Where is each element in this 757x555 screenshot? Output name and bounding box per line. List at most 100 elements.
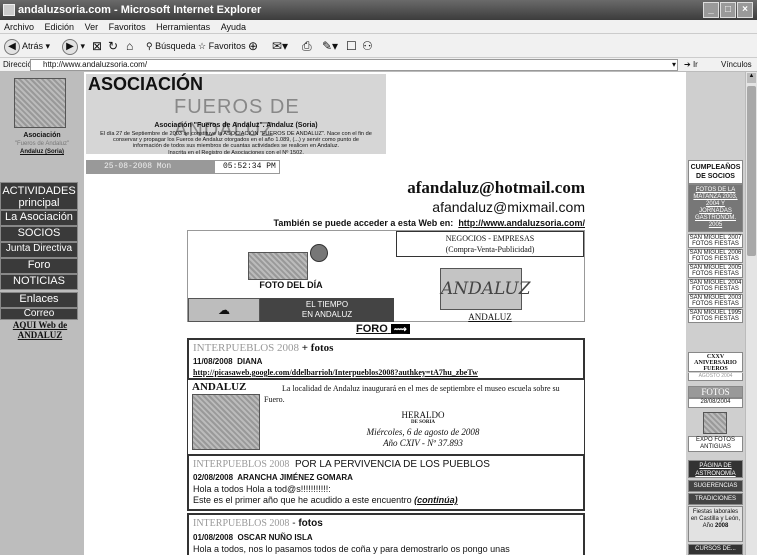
post-title: INTERPUEBLOS 2008	[193, 518, 290, 529]
back-arrow-icon: ◀	[4, 38, 20, 55]
nav-socios[interactable]: SOCIOS	[0, 226, 78, 242]
san-miguel-2003-link[interactable]: SAN MIGUEL 2003 FOTOS FIESTAS	[688, 294, 743, 308]
aqui-web-link[interactable]: AQUI Web de ANDALUZ	[10, 320, 70, 340]
alt-url-link[interactable]: http://www.andaluzsoria.com/	[458, 218, 585, 228]
weather-link[interactable]: EL TIEMPO EN ANDALUZ	[260, 298, 394, 322]
newspaper-sub: DE SORIA	[410, 420, 436, 425]
menu-bar: Archivo Edición Ver Favoritos Herramient…	[0, 20, 757, 34]
foro-link[interactable]: FORO ⟿	[356, 323, 410, 335]
logo-subtitle-2[interactable]: Andaluz (Soria)	[0, 149, 84, 155]
news-post-4: INTERPUEBLOS 2008 - fotos 01/08/2008 OSC…	[187, 513, 585, 555]
nav-enlaces[interactable]: Enlaces	[0, 292, 78, 308]
email-secondary[interactable]: afandaluz@mixmail.com	[300, 199, 585, 215]
logo-subtitle: "Fueros de Andaluz"	[14, 141, 70, 147]
continue-link[interactable]: (continúa)	[414, 495, 458, 505]
window-title: andaluzsoria.com - Microsoft Internet Ex…	[18, 4, 262, 16]
menu-ver[interactable]: Ver	[85, 22, 99, 32]
window-titlebar: andaluzsoria.com - Microsoft Internet Ex…	[0, 0, 757, 20]
forward-arrow-icon: ▶	[62, 38, 78, 55]
post-author: OSCAR NUÑO ISLA	[237, 533, 313, 542]
dropdown-arrow-icon[interactable]: ▾	[672, 60, 676, 70]
andaluz-logo-image[interactable]: ANDALUZ	[440, 268, 531, 310]
negocios-box[interactable]: NEGOCIOS - EMPRESAS (Compra-Venta-Public…	[396, 231, 584, 257]
print-icon[interactable]: ⎙	[302, 38, 312, 54]
search-button[interactable]: ⚲ Búsqueda	[146, 38, 196, 54]
nav-noticias[interactable]: NOTICIAS	[0, 274, 78, 290]
weather-icon: ☁	[218, 303, 230, 317]
fotos-link[interactable]: FOTOS	[688, 386, 743, 398]
post-title: INTERPUEBLOS 2008	[193, 459, 290, 470]
post-line-1: Hola a todos, nos lo pasamos todos de co…	[193, 544, 510, 554]
favorites-button[interactable]: ☆ Favoritos	[198, 38, 246, 54]
cursos-link[interactable]: CURSOS DE...	[688, 544, 743, 555]
discuss-icon[interactable]: ☐	[346, 38, 357, 54]
post-title: INTERPUEBLOS 2008	[193, 342, 300, 354]
newspaper-date: Miércoles, 6 de agosto de 2008	[366, 427, 480, 437]
address-bar: Dirección http://www.andaluzsoria.com/▾ …	[0, 58, 757, 72]
cxxv-date: AGOSTO 2004	[688, 373, 743, 381]
go-arrow-icon: ➔	[684, 60, 691, 69]
close-button[interactable]: ×	[737, 2, 753, 18]
menu-archivo[interactable]: Archivo	[4, 22, 34, 32]
ie-logo-icon	[3, 4, 15, 16]
links-label[interactable]: Vínculos	[721, 58, 752, 72]
news-post-2: ANDALUZ La localidad de Andaluz inaugura…	[187, 380, 585, 454]
address-input[interactable]: http://www.andaluzsoria.com/▾	[30, 59, 678, 71]
maximize-button[interactable]: □	[720, 2, 736, 18]
edit-icon[interactable]: ✎▾	[322, 38, 338, 54]
tradiciones-link[interactable]: TRADICIONES	[688, 493, 743, 505]
post-plus-fotos: + fotos	[301, 342, 334, 354]
post-title: ANDALUZ	[192, 381, 247, 393]
toolbar: ◀ Atrás ▾ ▶ ▾ ⊠ ↻ ⌂ ⚲ Búsqueda ☆ Favorit…	[0, 34, 757, 58]
nav-actividades[interactable]: ACTIVIDADES principal	[0, 182, 78, 210]
post-date: 11/08/2008	[193, 357, 233, 366]
cxxv-aniversario-link[interactable]: CXXV ANIVERSARIO FUEROS	[688, 352, 743, 372]
fuero-document-image	[14, 78, 66, 128]
refresh-icon[interactable]: ↻	[108, 38, 118, 54]
nav-foro[interactable]: Foro	[0, 258, 78, 274]
fotos-date: 28/08/2004	[688, 398, 743, 408]
post-link[interactable]: http://picasaweb.google.com/ddelbarrioh/…	[193, 368, 478, 377]
matanza-photos-link[interactable]: FOTOS DE LA MATANZA 2003, 2004 Y JORNADA…	[688, 184, 743, 232]
fiestas-laborales-link[interactable]: Fiestas laborales en Castilla y León, Añ…	[688, 506, 743, 542]
nav-asociacion[interactable]: La Asociación	[0, 210, 78, 226]
forward-button[interactable]: ▶ ▾	[62, 38, 85, 55]
back-button[interactable]: ◀ Atrás ▾	[4, 38, 50, 55]
menu-ayuda[interactable]: Ayuda	[221, 22, 246, 32]
messenger-icon[interactable]: ⚇	[362, 38, 373, 54]
nav-junta-directiva[interactable]: Junta Directiva	[0, 242, 78, 258]
sugerencias-link[interactable]: SUGERENCIAS	[688, 480, 743, 492]
minimize-button[interactable]: _	[703, 2, 719, 18]
stop-icon[interactable]: ⊠	[92, 38, 102, 54]
post-text: La localidad de Andaluz inaugurará en el…	[264, 384, 560, 404]
post-author: ARANCHA JIMÉNEZ GOMARA	[237, 473, 353, 482]
history-icon[interactable]: ⊕	[248, 38, 258, 54]
birthdays-box[interactable]: CUMPLEAÑOS DE SOCIOS	[688, 160, 743, 184]
vertical-scrollbar[interactable]: ▲	[745, 72, 757, 555]
mail-icon[interactable]: ✉▾	[272, 38, 288, 54]
san-miguel-2004-link[interactable]: SAN MIGUEL 2004 FOTOS FIESTAS	[688, 279, 743, 293]
scroll-up-icon[interactable]: ▲	[747, 73, 756, 83]
san-miguel-2005-link[interactable]: SAN MIGUEL 2005 FOTOS FIESTAS	[688, 264, 743, 278]
scroll-thumb[interactable]	[747, 86, 756, 256]
post-subtitle: POR LA PERVIVENCIA DE LOS PUEBLOS	[294, 459, 490, 470]
home-icon[interactable]: ⌂	[126, 38, 133, 54]
menu-edicion[interactable]: Edición	[45, 22, 75, 32]
menu-favoritos[interactable]: Favoritos	[109, 22, 146, 32]
nav-correo[interactable]: Correo	[0, 308, 78, 320]
san-miguel-2007-link[interactable]: SAN MIGUEL 2007 FOTOS FIESTAS	[688, 234, 743, 248]
post-author: DIANA	[237, 357, 263, 366]
andaluz-link[interactable]: ANDALUZ	[396, 312, 584, 322]
san-miguel-1995-link[interactable]: SAN MIGUEL 1995 FOTOS FIESTAS	[688, 309, 743, 323]
foto-del-dia-image[interactable]	[248, 252, 308, 280]
san-miguel-2006-link[interactable]: SAN MIGUEL 2006 FOTOS FIESTAS	[688, 249, 743, 263]
weather-icon-cell[interactable]: ☁	[188, 298, 260, 322]
expo-fotos-link[interactable]: EXPO FOTOS ANTIGUAS	[688, 436, 743, 452]
astronomia-link[interactable]: PÁGINA DE ASTRONOMÍA	[688, 460, 743, 478]
go-button[interactable]: ➔ Ir	[684, 58, 698, 72]
post-date: 01/08/2008	[193, 533, 234, 542]
assoc-name: Asociación "Fueros de Andaluz". Andaluz …	[154, 122, 318, 129]
foto-del-dia-label[interactable]: FOTO DEL DÍA	[188, 280, 394, 290]
email-primary[interactable]: afandaluz@hotmail.com	[300, 178, 585, 198]
menu-herramientas[interactable]: Herramientas	[156, 22, 210, 32]
